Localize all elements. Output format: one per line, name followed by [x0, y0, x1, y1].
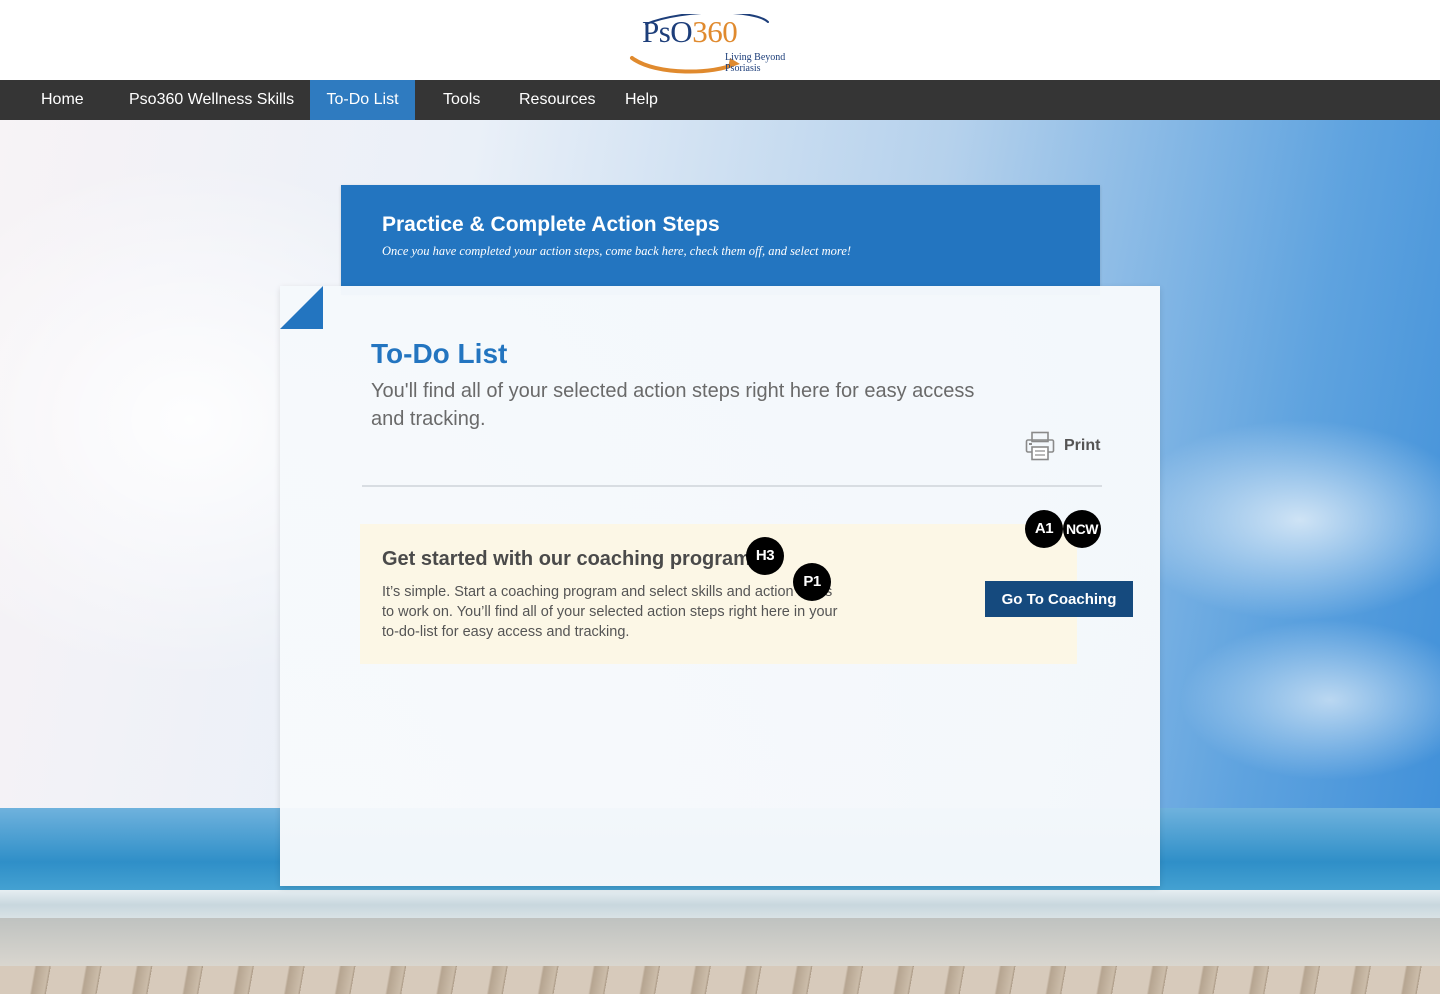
print-label: Print: [1064, 437, 1101, 454]
nav-item-help[interactable]: Help: [625, 80, 658, 120]
marker-badge: P1: [793, 563, 831, 601]
page-title: To-Do List: [371, 338, 508, 369]
callout-body: It’s simple. Start a coaching program an…: [382, 584, 838, 640]
sand: [0, 918, 1440, 966]
nav-item-todo-list[interactable]: To-Do List: [310, 80, 415, 120]
divider: [362, 485, 1102, 487]
cloud: [1180, 620, 1440, 780]
print-button[interactable]: Print: [1025, 430, 1105, 462]
nav-item-tools[interactable]: Tools: [443, 80, 480, 120]
wooden-deck: [0, 966, 1440, 994]
marker-badge: NCW: [1063, 510, 1101, 548]
nav-item-resources[interactable]: Resources: [519, 80, 595, 120]
banner-subtitle: Once you have completed your action step…: [382, 244, 852, 258]
nav-item-home[interactable]: Home: [41, 80, 84, 120]
coaching-callout: Get started with our coaching program It…: [360, 524, 1133, 664]
nav-item-wellness-skills[interactable]: Pso360 Wellness Skills: [129, 80, 294, 120]
pso360-logo[interactable]: PsO360 Living Beyond Psoriasis: [626, 8, 798, 76]
todo-card: To-Do List You'll find all of your selec…: [280, 286, 1160, 886]
marker-badge: A1: [1025, 510, 1063, 548]
folded-corner-icon: [280, 286, 323, 329]
logo-tagline: Living Beyond Psoriasis: [725, 52, 786, 74]
surf: [0, 890, 1440, 920]
printer-icon: [1025, 431, 1055, 461]
site-header: PsO360 Living Beyond Psoriasis: [0, 0, 1440, 80]
go-to-coaching-button[interactable]: Go To Coaching: [985, 581, 1133, 617]
callout-title: Get started with our coaching program: [382, 548, 751, 570]
marker-badge: H3: [746, 537, 784, 575]
main-nav: Home Pso360 Wellness Skills To-Do List T…: [0, 80, 1440, 120]
page-subtitle: You'll find all of your selected action …: [371, 380, 975, 430]
logo-wordmark: PsO360: [642, 14, 738, 49]
cloud: [1120, 420, 1440, 620]
action-steps-banner: Practice & Complete Action Steps Once yo…: [341, 185, 1100, 295]
banner-title: Practice & Complete Action Steps: [382, 213, 720, 236]
